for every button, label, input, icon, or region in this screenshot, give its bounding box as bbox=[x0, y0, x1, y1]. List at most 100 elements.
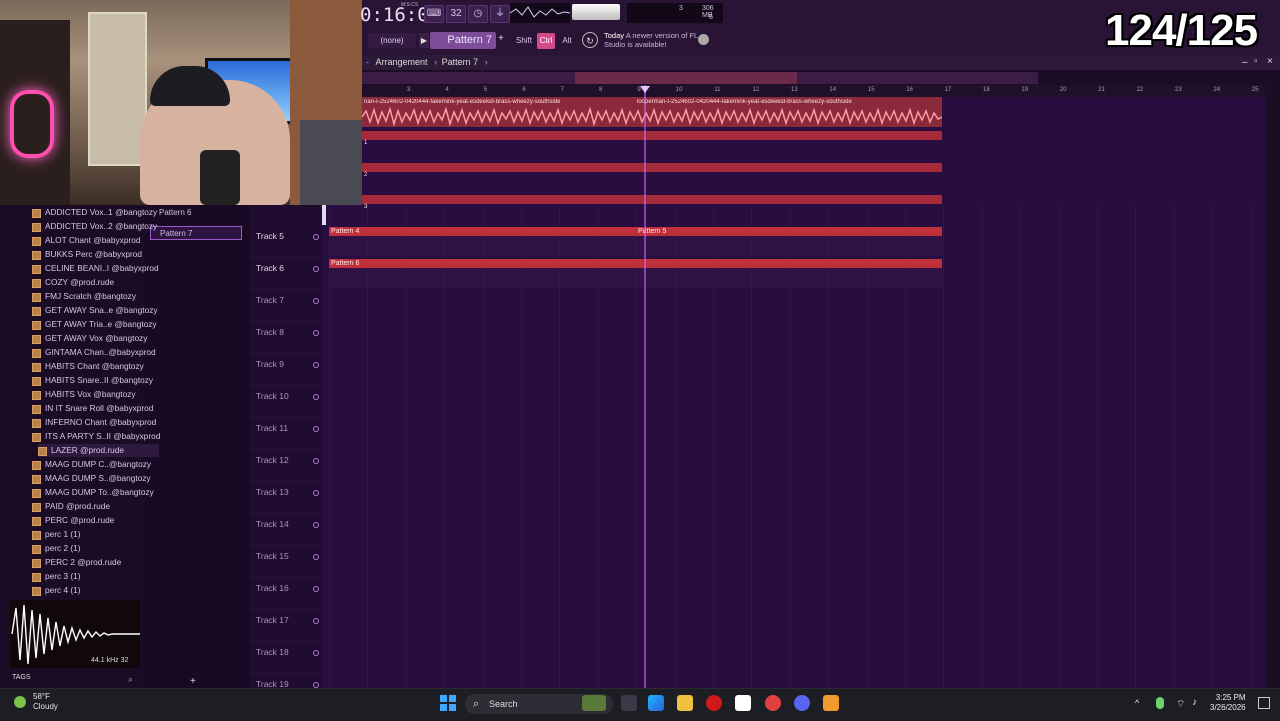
track-header[interactable]: Track 13 bbox=[250, 481, 322, 514]
track-mute-icon[interactable] bbox=[313, 554, 319, 560]
record-mode-icon[interactable]: ⏚ bbox=[490, 5, 510, 23]
ctrl-button[interactable]: Ctrl bbox=[537, 33, 555, 49]
browser-item[interactable]: HABITS Vox @bangtozy bbox=[32, 388, 136, 401]
window-maximize-icon[interactable]: ▫ bbox=[1254, 56, 1258, 67]
browser-item[interactable]: LAZER @prod.rude bbox=[38, 444, 159, 457]
timeline-ruler[interactable]: 3 4 5 6 7 8 9 10 11 12 13 14 15 16 17 18 19 20 21 22 23 24 25 bbox=[362, 85, 1265, 97]
playhead[interactable] bbox=[644, 85, 646, 688]
browser-item[interactable]: MAAG DUMP To..@bangtozy bbox=[32, 486, 154, 499]
track-mute-icon[interactable] bbox=[313, 586, 319, 592]
browser-item[interactable]: PERC @prod.rude bbox=[32, 514, 114, 527]
scroll-marker[interactable] bbox=[322, 205, 326, 225]
lane-clip-3[interactable]: 3 bbox=[362, 195, 942, 210]
pattern-clip-4-body[interactable] bbox=[329, 236, 636, 256]
step-edit-icon[interactable]: 32 bbox=[446, 5, 466, 23]
track-header[interactable]: Track 8 bbox=[250, 321, 322, 354]
track-mute-icon[interactable] bbox=[313, 330, 319, 336]
file-explorer-icon[interactable] bbox=[677, 695, 693, 711]
track-header[interactable]: Track 5 bbox=[250, 225, 322, 258]
search-icon[interactable]: ⌕ bbox=[128, 674, 133, 685]
window-minimize-icon[interactable]: – bbox=[1242, 57, 1248, 68]
browser-item[interactable]: COZY @prod.rude bbox=[32, 276, 114, 289]
mic-icon[interactable] bbox=[1156, 697, 1164, 709]
browser-item[interactable]: ITS A PARTY S..II @babyxprod bbox=[32, 430, 160, 443]
track-mute-icon[interactable] bbox=[313, 394, 319, 400]
settings-gear-icon[interactable] bbox=[765, 695, 781, 711]
track-header[interactable]: Track 6 bbox=[250, 257, 322, 290]
breadcrumb-arrangement[interactable]: Arrangement bbox=[376, 57, 428, 67]
track-header[interactable]: Track 7 bbox=[250, 289, 322, 322]
browser-item[interactable]: INFERNO Chant @babyxprod bbox=[32, 416, 156, 429]
track-mute-icon[interactable] bbox=[313, 490, 319, 496]
pattern-picker-item[interactable]: Pattern 7 bbox=[150, 226, 242, 240]
search-highlight-icon[interactable] bbox=[582, 695, 606, 711]
add-pattern-icon[interactable]: + bbox=[498, 33, 504, 44]
browser-item[interactable]: HABITS Snare..II @bangtozy bbox=[32, 374, 153, 387]
wifi-icon[interactable]: ⌔ bbox=[1176, 698, 1185, 711]
discord-icon[interactable] bbox=[794, 695, 810, 711]
track-header[interactable]: Track 10 bbox=[250, 385, 322, 418]
track-mute-icon[interactable] bbox=[313, 266, 319, 272]
volume-icon[interactable]: ♪ bbox=[1192, 697, 1197, 708]
playhead-marker-icon[interactable] bbox=[640, 86, 650, 93]
weather-icon[interactable] bbox=[14, 696, 26, 708]
browser-item[interactable]: GINTAMA Chan..@babyxprod bbox=[32, 346, 156, 359]
shift-button[interactable]: Shift bbox=[514, 33, 534, 49]
add-pattern-button[interactable]: + bbox=[190, 676, 196, 687]
pattern-picker-item[interactable]: Pattern 6 bbox=[150, 206, 242, 220]
pattern-clip-6-body[interactable] bbox=[329, 268, 942, 288]
track-header[interactable]: Track 11 bbox=[250, 417, 322, 450]
track-header[interactable]: Track 15 bbox=[250, 545, 322, 578]
browser-item[interactable]: MAAG DUMP S..@bangtozy bbox=[32, 472, 151, 485]
overview-selection[interactable] bbox=[575, 72, 797, 84]
browser-item[interactable]: PAID @prod.rude bbox=[32, 500, 110, 513]
track-header[interactable]: Track 12 bbox=[250, 449, 322, 482]
track-mute-icon[interactable] bbox=[313, 362, 319, 368]
online-icon[interactable] bbox=[698, 34, 709, 45]
pattern-select[interactable]: Pattern 7 bbox=[430, 32, 496, 49]
browser-item[interactable]: CELINE BEANI..I @babyxprod bbox=[32, 262, 159, 275]
tray-chevron-icon[interactable]: ^ bbox=[1135, 698, 1139, 708]
browser-item[interactable]: BUKKS Perc @babyxprod bbox=[32, 248, 142, 261]
master-volume-display[interactable] bbox=[572, 4, 620, 20]
browser-item[interactable]: PERC 2 @prod.rude bbox=[32, 556, 121, 569]
browser-item[interactable]: perc 4 (1) bbox=[32, 584, 81, 597]
browser-item[interactable]: GET AWAY Vox @bangtozy bbox=[32, 332, 147, 345]
browser-item[interactable]: ADDICTED Vox..2 @bangtozy bbox=[32, 220, 157, 233]
track-mute-icon[interactable] bbox=[313, 458, 319, 464]
track-header[interactable]: Track 16 bbox=[250, 577, 322, 610]
typing-keyboard-icon[interactable]: ⌨ bbox=[424, 5, 444, 23]
track-mute-icon[interactable] bbox=[313, 650, 319, 656]
browser-item[interactable]: IN IT Snare Roll @babyxprod bbox=[32, 402, 153, 415]
browser-item[interactable]: ADDICTED Vox..1 @bangtozy bbox=[32, 206, 157, 219]
pattern-prev-icon[interactable]: ▶ bbox=[419, 33, 429, 48]
news-panel[interactable]: Today A newer version of FL Studio is av… bbox=[604, 31, 699, 49]
browser-item[interactable]: perc 1 (1) bbox=[32, 528, 81, 541]
browser-item[interactable]: FMJ Scratch @bangtozy bbox=[32, 290, 136, 303]
metronome-icon[interactable]: ◷ bbox=[468, 5, 488, 23]
fl-studio-icon[interactable] bbox=[823, 695, 839, 711]
track-mute-icon[interactable] bbox=[313, 234, 319, 240]
breadcrumb-pattern[interactable]: Pattern 7 bbox=[442, 57, 479, 67]
store-icon[interactable] bbox=[735, 695, 751, 711]
browser-item[interactable]: HABITS Chant @bangtozy bbox=[32, 360, 144, 373]
weather-widget[interactable]: 58°F Cloudy bbox=[33, 692, 58, 712]
pattern-clip-5[interactable]: Pattern 5 bbox=[636, 227, 942, 236]
track-header[interactable]: Track 14 bbox=[250, 513, 322, 546]
lane-clip-2[interactable]: 2 bbox=[362, 163, 942, 178]
browser-item[interactable]: ALOT Chant @babyxprod bbox=[32, 234, 140, 247]
taskbar-clock[interactable]: 3:25 PM 3/26/2026 bbox=[1210, 693, 1246, 713]
task-view-icon[interactable] bbox=[621, 695, 637, 711]
track-mute-icon[interactable] bbox=[313, 522, 319, 528]
notifications-icon[interactable] bbox=[1258, 697, 1270, 709]
browser-item[interactable]: perc 2 (1) bbox=[32, 542, 81, 555]
browser-item[interactable]: perc 3 (1) bbox=[32, 570, 81, 583]
pattern-clip-6[interactable]: Pattern 6 bbox=[329, 259, 942, 268]
track-mute-icon[interactable] bbox=[313, 298, 319, 304]
edge-icon[interactable] bbox=[648, 695, 664, 711]
window-close-icon[interactable]: × bbox=[1267, 56, 1273, 67]
track-header[interactable]: Track 9 bbox=[250, 353, 322, 386]
pattern-clip-4[interactable]: Pattern 4 bbox=[329, 227, 636, 236]
track-header[interactable]: Track 18 bbox=[250, 641, 322, 674]
browser-item[interactable]: GET AWAY Tria..e @bangtozy bbox=[32, 318, 157, 331]
